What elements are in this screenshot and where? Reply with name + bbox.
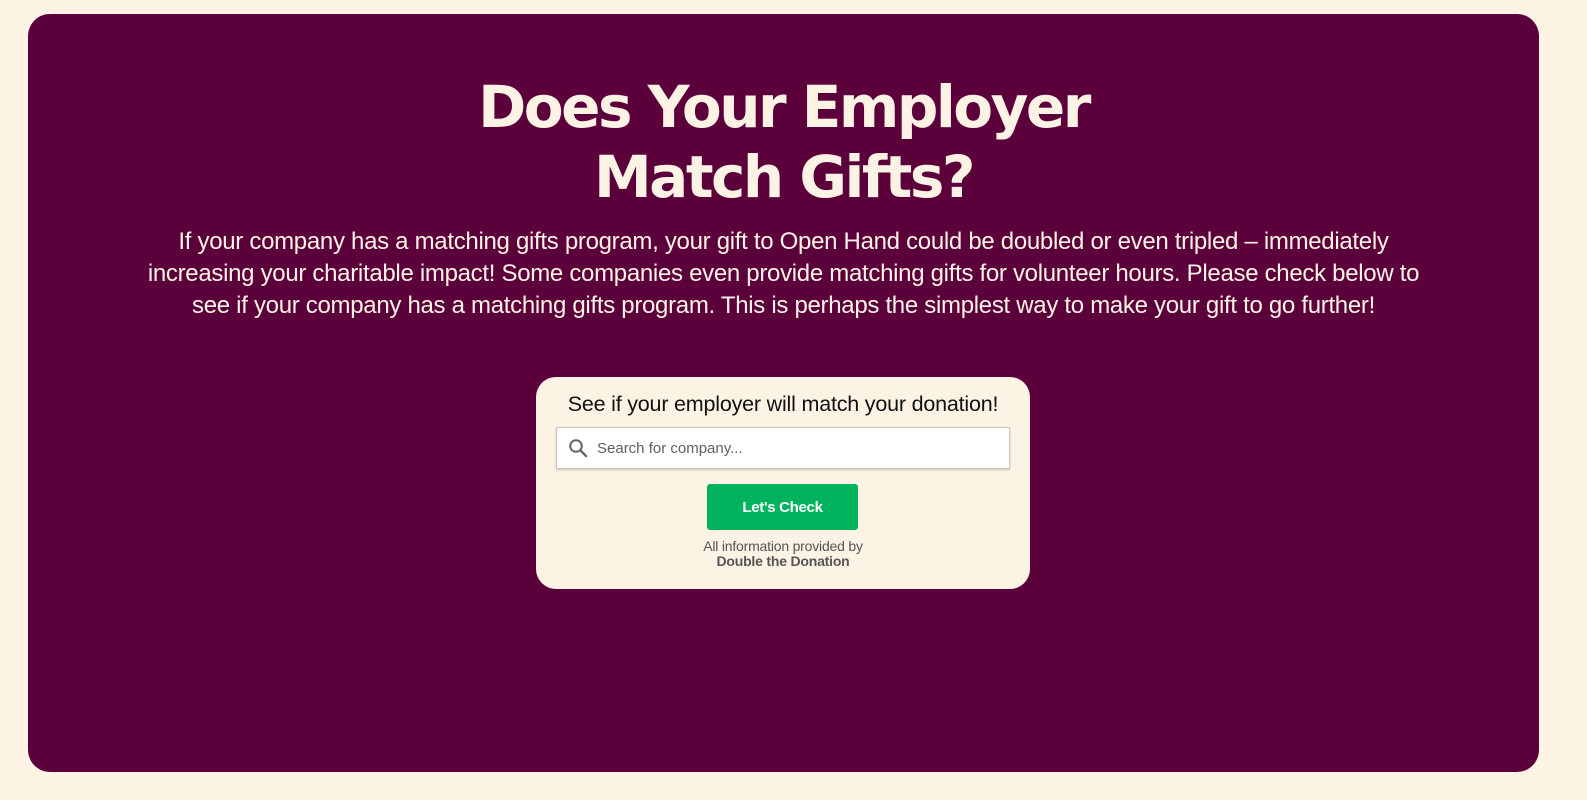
widget-title: See if your employer will match your don… bbox=[567, 392, 999, 416]
search-icon bbox=[569, 439, 588, 458]
lets-check-button[interactable]: Let's Check bbox=[707, 484, 858, 530]
attribution-brand: Double the Donation bbox=[716, 553, 850, 569]
employer-match-widget: See if your employer will match your don… bbox=[536, 377, 1030, 589]
page-title-line-1: Does Your Employer bbox=[478, 73, 1091, 141]
page-title: Does Your Employer Match Gifts? bbox=[28, 72, 1539, 212]
company-search-box[interactable] bbox=[556, 427, 1010, 469]
company-search-input[interactable] bbox=[597, 429, 1009, 467]
page-title-line-2: Match Gifts? bbox=[593, 143, 976, 211]
attribution-line: All information provided by bbox=[703, 538, 863, 554]
intro-paragraph: If your company has a matching gifts pro… bbox=[147, 228, 1420, 319]
matching-gifts-panel: Does Your Employer Match Gifts? If your … bbox=[28, 14, 1539, 772]
attribution-text: All information provided by Double the D… bbox=[536, 539, 1030, 569]
